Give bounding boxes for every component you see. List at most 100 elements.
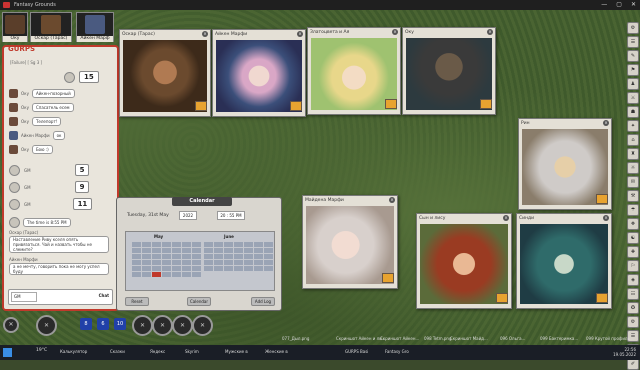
tool-icon[interactable]: ☷ xyxy=(627,288,639,300)
avatar xyxy=(5,15,25,34)
hotbar-slot[interactable]: ✕ xyxy=(36,315,57,336)
hotbar-number[interactable]: 6 xyxy=(97,318,109,330)
calendar-button[interactable]: Calendar xyxy=(187,297,211,306)
tool-icon[interactable]: ☯ xyxy=(627,232,639,244)
time-field[interactable]: 20 : 55 PM xyxy=(217,211,245,220)
hotbar: ✕ ✕ 8 6 10 ✕ ✕ ✕ ✕ xyxy=(0,312,330,336)
badge-icon[interactable] xyxy=(496,293,508,303)
chat-target-select[interactable]: GM xyxy=(11,292,37,302)
tool-icon[interactable]: ☂ xyxy=(627,204,639,216)
hotbar-slot[interactable]: ✕ xyxy=(3,317,19,333)
badge-icon[interactable] xyxy=(596,293,608,303)
hotbar-slot[interactable]: ✕ xyxy=(192,315,213,336)
file-label[interactable]: 098 Tetm.png xyxy=(424,336,451,341)
tool-icon[interactable]: ☗ xyxy=(627,106,639,118)
badge-icon[interactable] xyxy=(596,194,608,204)
hotbar-slot[interactable]: ✕ xyxy=(152,315,173,336)
tool-icon[interactable]: ✚ xyxy=(627,246,639,258)
tool-icon[interactable]: ♟ xyxy=(627,78,639,90)
portrait-window[interactable]: Златоцвета и Ая × xyxy=(307,27,401,115)
hotbar-number[interactable]: 10 xyxy=(114,318,126,330)
weather-widget[interactable]: 19°С xyxy=(36,348,47,353)
close-icon[interactable]: × xyxy=(487,29,493,35)
badge-icon[interactable] xyxy=(195,101,207,111)
badge-icon[interactable] xyxy=(290,101,302,111)
party-member-aiken[interactable]: Айкен Марф xyxy=(76,12,114,42)
file-label[interactable]: Скриншот Майд... xyxy=(450,336,488,341)
portrait-window[interactable]: Сын и лису × xyxy=(416,213,512,309)
month-grid[interactable]: May June xyxy=(125,231,275,291)
chat-message: Оскар (Тарас) Наставление Риву кселя опя… xyxy=(9,230,109,253)
hotbar-slot[interactable]: ✕ xyxy=(172,315,193,336)
roll-result: 5 xyxy=(74,164,90,176)
tool-icon[interactable]: ✪ xyxy=(627,302,639,314)
taskbar-item[interactable]: Skyrim xyxy=(185,349,199,354)
close-button[interactable]: ✕ xyxy=(631,0,636,10)
close-icon[interactable]: × xyxy=(297,31,303,37)
year-field[interactable]: 2022 xyxy=(179,211,197,220)
system-clock[interactable]: 22:56 19.05.2022 xyxy=(613,347,636,357)
taskbar-item[interactable]: Сказки xyxy=(110,349,125,354)
tool-icon[interactable]: ◈ xyxy=(627,274,639,286)
portrait-window[interactable]: Айкен Марфи × xyxy=(212,29,306,117)
taskbar-item[interactable]: GURPS Basi xyxy=(345,349,368,354)
party-member-oku[interactable]: Оку xyxy=(2,12,28,42)
file-label[interactable]: Скриншот Айкен и ли... xyxy=(336,336,386,341)
portrait-window[interactable]: Оскар (Тарас) × xyxy=(119,29,211,117)
close-icon[interactable]: × xyxy=(503,215,509,221)
badge-icon[interactable] xyxy=(480,99,492,109)
tool-icon[interactable]: ⚔ xyxy=(627,92,639,104)
reset-button[interactable]: Reset xyxy=(125,297,149,306)
file-label[interactable]: 096 Ольга... xyxy=(500,336,525,341)
chat-window[interactable]: GURPS [Failure] [ Sg 3 ] 15 Оку Айкен-по… xyxy=(2,45,119,311)
tool-icon[interactable]: ✎ xyxy=(627,50,639,62)
tool-icon[interactable]: ⚙ xyxy=(627,22,639,34)
taskbar-item[interactable]: Калькулятор xyxy=(60,349,87,354)
tool-icon[interactable]: ⌂ xyxy=(627,134,639,146)
calendar-window[interactable]: Calendar Tuesday, 31st May 2022 20 : 55 … xyxy=(116,197,282,311)
tool-icon[interactable]: ✉ xyxy=(627,176,639,188)
minimize-button[interactable]: — xyxy=(601,0,607,10)
taskbar-item[interactable]: Яндекс xyxy=(150,349,165,354)
file-label[interactable]: 099 Крутой профиль... xyxy=(586,336,634,341)
tool-icon[interactable]: ⚙ xyxy=(627,316,639,328)
portrait-window[interactable]: Оку × xyxy=(402,27,496,115)
taskbar-item[interactable]: Мужские в xyxy=(225,349,248,354)
clock-icon xyxy=(9,217,20,228)
badge-icon[interactable] xyxy=(385,99,397,109)
tool-icon[interactable]: ⚑ xyxy=(627,64,639,76)
taskbar-item[interactable]: Fantasy Gro xyxy=(385,349,409,354)
hotbar-slot[interactable]: ✕ xyxy=(132,315,153,336)
tool-icon[interactable]: ⚐ xyxy=(627,260,639,272)
add-log-button[interactable]: Add Log xyxy=(251,297,275,306)
tool-icon[interactable]: ✦ xyxy=(627,120,639,132)
portrait-window[interactable]: Синди × xyxy=(516,213,612,309)
close-icon[interactable]: × xyxy=(603,120,609,126)
taskbar-item[interactable]: Женские в xyxy=(265,349,288,354)
close-icon[interactable]: × xyxy=(389,197,395,203)
badge-icon[interactable] xyxy=(382,273,394,283)
close-icon[interactable]: × xyxy=(603,215,609,221)
tool-icon[interactable]: ❖ xyxy=(627,218,639,230)
party-member-oskar[interactable]: Оскар (Тарас) xyxy=(30,12,72,42)
windows-start-icon[interactable] xyxy=(3,348,12,357)
hotbar-number[interactable]: 8 xyxy=(80,318,92,330)
tool-icon[interactable]: ⚒ xyxy=(627,190,639,202)
portrait-window[interactable]: Майдена Марфи × xyxy=(302,195,398,289)
chat-input[interactable]: GM Chat xyxy=(8,289,113,305)
file-label[interactable]: 077_Дыл.png xyxy=(282,336,309,341)
portrait-window[interactable]: Рин × xyxy=(518,118,612,210)
chat-mode[interactable]: Chat xyxy=(99,293,109,298)
maximize-button[interactable]: ▢ xyxy=(616,0,622,10)
month-days[interactable] xyxy=(204,242,273,271)
tool-icon[interactable]: ☼ xyxy=(627,162,639,174)
tool-icon[interactable]: ☰ xyxy=(627,36,639,48)
avatar xyxy=(9,131,18,140)
chat-message: Айкен Марфи а не мечту, говорить пока не… xyxy=(9,257,109,275)
file-label[interactable]: 099 Бактеримка... xyxy=(540,336,578,341)
close-icon[interactable]: × xyxy=(202,31,208,37)
month-days[interactable] xyxy=(132,242,201,277)
close-icon[interactable]: × xyxy=(392,29,398,35)
tool-icon[interactable]: ♜ xyxy=(627,148,639,160)
file-label[interactable]: Скриншот Айкен... xyxy=(380,336,419,341)
